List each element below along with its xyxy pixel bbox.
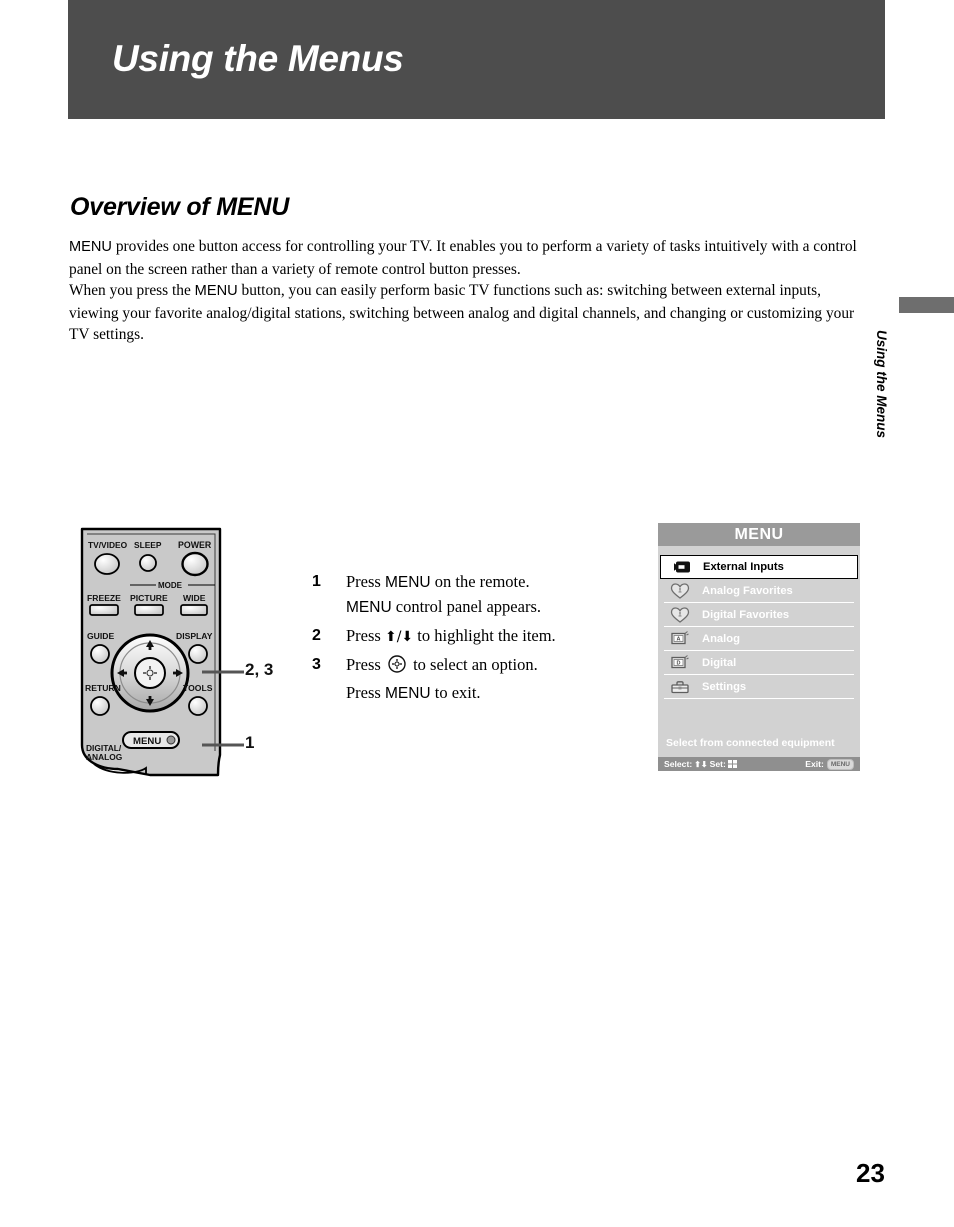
- remote-button-wide: [180, 604, 208, 616]
- external-input-icon: [661, 560, 703, 574]
- remote-button-freeze: [89, 604, 119, 616]
- menu-item-analog-favorites[interactable]: Analog Favorites: [658, 579, 860, 602]
- osd-spacer: [658, 546, 860, 555]
- menu-item-digital-favorites[interactable]: Digital Favorites: [658, 603, 860, 626]
- osd-status-right: Exit: MENU: [805, 758, 860, 770]
- heart-icon: [658, 606, 702, 623]
- chapter-header-bar: Using the Menus: [68, 0, 885, 119]
- remote-label-mode: MODE: [158, 581, 183, 590]
- menu-keyword: MENU: [384, 574, 431, 591]
- remote-label-wide: WIDE: [183, 593, 206, 603]
- menu-item-label: Analog Favorites: [702, 584, 793, 597]
- toolbox-icon: [658, 679, 702, 695]
- menu-keyword: MENU: [194, 283, 238, 299]
- menu-item-label: Analog: [702, 632, 740, 645]
- remote-menu-led: [166, 735, 176, 745]
- remote-button-tv-video: [94, 553, 120, 575]
- step-text: Press to select an option. Press MENU to…: [346, 653, 538, 706]
- paragraph-two: When you press the MENU button, you can …: [69, 280, 863, 346]
- remote-label-picture: PICTURE: [130, 593, 168, 603]
- step-number: 1: [312, 573, 321, 590]
- step-number: 2: [312, 627, 321, 644]
- callout-label-menu: 1: [245, 733, 255, 752]
- exit-label: Exit:: [805, 759, 824, 769]
- step1-line1-a: Press: [346, 572, 385, 591]
- remote-dpad-center-button: [134, 657, 166, 689]
- tv-menu-screen: MENU External Inputs Analog Favorites Di…: [658, 523, 860, 771]
- instruction-steps: 1 Press MENU on the remote. MENU control…: [312, 570, 612, 710]
- menu-item-label: Digital: [702, 656, 737, 669]
- remote-button-guide: [90, 644, 110, 664]
- osd-title: MENU: [658, 523, 860, 546]
- menu-item-external-inputs[interactable]: External Inputs: [660, 555, 858, 579]
- step-text: Press MENU on the remote. MENU control p…: [346, 570, 541, 620]
- select-arrows-icon: ⬆⬇: [694, 759, 708, 769]
- step3-line2-b: to exit.: [430, 683, 481, 702]
- remote-label-freeze: FREEZE: [87, 593, 121, 603]
- paragraph-one-text: provides one button access for controlli…: [69, 238, 857, 278]
- osd-empty-space: [658, 699, 860, 735]
- step3-line1-a: Press: [346, 655, 385, 674]
- menu-keyword: MENU: [346, 599, 392, 616]
- osd-status-left: Select: ⬆⬇ Set:: [658, 759, 737, 769]
- paragraph-one: MENU provides one button access for cont…: [69, 236, 863, 280]
- remote-button-power: [181, 551, 209, 577]
- menu-item-label: Digital Favorites: [702, 608, 790, 621]
- analog-tv-icon: A: [658, 630, 702, 647]
- menu-item-digital[interactable]: D Digital: [658, 651, 860, 674]
- thumb-tab-block: [899, 297, 954, 313]
- step2-line1-a: Press: [346, 626, 385, 645]
- remote-label-guide: GUIDE: [87, 631, 114, 641]
- remote-label-power: POWER: [178, 540, 212, 550]
- exit-menu-key-icon: MENU: [826, 758, 854, 770]
- heart-icon: [658, 582, 702, 599]
- svg-text:A: A: [677, 637, 681, 643]
- step3-line1-b: to select an option.: [408, 655, 538, 674]
- select-label: Select:: [664, 759, 693, 769]
- menu-item-label: External Inputs: [703, 561, 784, 573]
- remote-label-sleep: SLEEP: [134, 540, 162, 550]
- section-heading: Overview of MENU: [70, 193, 290, 221]
- page-number: 23: [856, 1158, 885, 1188]
- menu-keyword: MENU: [69, 239, 112, 255]
- set-key-icon: [727, 760, 737, 768]
- page-title: Using the Menus: [112, 38, 404, 79]
- callout-label-dpad: 2, 3: [245, 660, 274, 679]
- digital-tv-icon: D: [658, 654, 702, 671]
- menu-item-label: Settings: [702, 680, 747, 693]
- step-number: 3: [312, 656, 321, 673]
- step-text: Press ⬆/⬇ to highlight the item.: [346, 624, 556, 649]
- remote-button-return: [90, 696, 110, 716]
- menu-keyword: MENU: [384, 685, 431, 702]
- step-item: 1 Press MENU on the remote. MENU control…: [312, 570, 612, 620]
- step3-line2-a: Press: [346, 683, 385, 702]
- set-label: Set:: [709, 759, 726, 769]
- remote-button-sleep: [139, 554, 157, 572]
- remote-button-picture: [134, 604, 164, 616]
- thumb-tab-label: Using the Menus: [874, 330, 889, 439]
- menu-item-settings[interactable]: Settings: [658, 675, 860, 698]
- step-item: 2 Press ⬆/⬇ to highlight the item.: [312, 624, 612, 649]
- updown-arrow-icon: ⬆/⬇: [384, 629, 414, 645]
- svg-text:D: D: [677, 661, 681, 667]
- step2-line1-b: to highlight the item.: [413, 626, 556, 645]
- body-copy: MENU provides one button access for cont…: [69, 236, 863, 346]
- select-center-icon: [387, 654, 407, 681]
- step1-line2-b: control panel appears.: [391, 597, 541, 616]
- remote-label-tv-video: TV/VIDEO: [88, 540, 128, 550]
- step-item: 3 Press to select an option. Press MENU …: [312, 653, 612, 706]
- callout-leaders: [202, 670, 244, 747]
- step1-line1-b: on the remote.: [430, 572, 530, 591]
- remote-label-return: RETURN: [85, 683, 121, 693]
- paragraph-two-text-a: When you press the: [69, 282, 195, 299]
- osd-hint-text: Select from connected equipment: [666, 737, 835, 749]
- remote-label-menu: MENU: [133, 736, 161, 747]
- osd-status-bar: Select: ⬆⬇ Set: Exit: MENU: [658, 757, 860, 771]
- remote-label-analog-line2: ANALOG: [86, 752, 122, 762]
- menu-item-analog[interactable]: A Analog: [658, 627, 860, 650]
